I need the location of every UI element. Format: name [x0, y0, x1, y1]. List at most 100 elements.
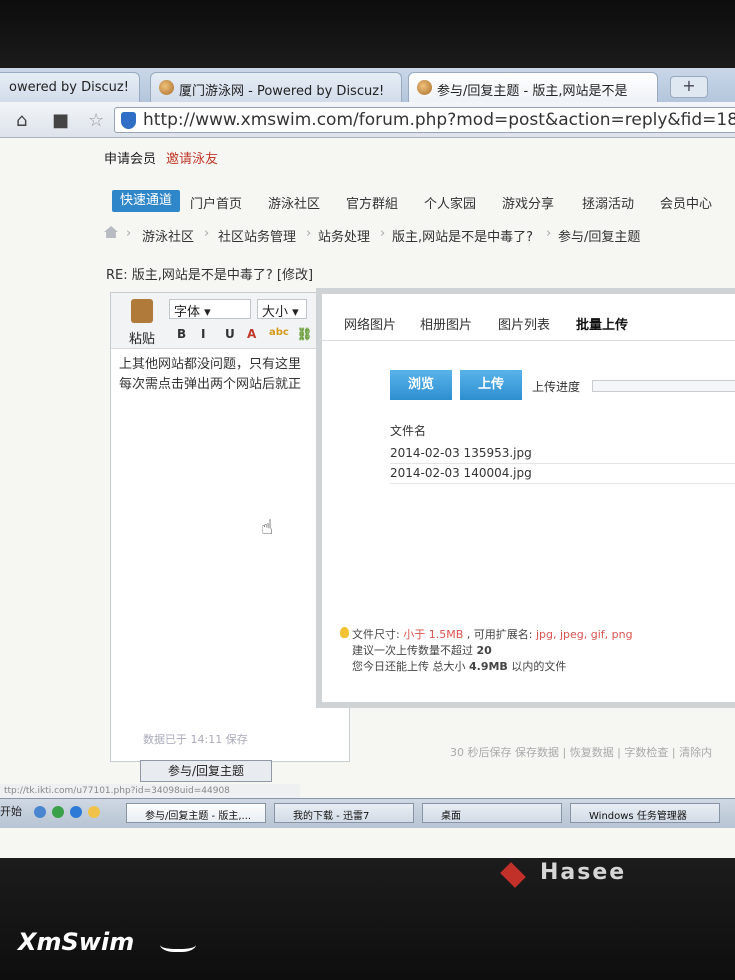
address-bar[interactable]: http://www.xmswim.com/forum.php?mod=post…	[114, 107, 735, 133]
taskbar-item-task-manager[interactable]: Windows 任务管理器	[570, 803, 720, 823]
forum-page: 申请会员 邀请泳友 快速通道 门户首页 游泳社区 官方群組 个人家园 游戏分享 …	[0, 138, 735, 858]
tab-web-image[interactable]: 网络图片	[344, 314, 396, 333]
tab-batch-upload[interactable]: 批量上传	[576, 314, 628, 333]
editor-content[interactable]: 上其他网站都没问题，只有这里 每次需点击弹出两个网站后就正	[119, 355, 349, 395]
browser-tab-label: 厦门游泳网 - Powered by Discuz!	[179, 84, 385, 99]
bold-button[interactable]: B	[177, 327, 186, 341]
info-today-value: 4.9MB	[469, 660, 508, 673]
monitor-bezel: Hasee XmSwim	[0, 858, 735, 980]
editor-text-line: 上其他网站都没问题，只有这里	[119, 357, 302, 372]
monitor-screen: owered by Discuz! 厦门游泳网 - Powered by Dis…	[0, 68, 735, 858]
upload-progress-bar	[592, 380, 735, 392]
taskbar-item-browser[interactable]: 参与/回复主题 - 版主,...	[126, 803, 266, 823]
taskbar-item-downloads[interactable]: 我的下载 - 迅雷7	[274, 803, 414, 823]
font-color-button[interactable]: A	[247, 327, 256, 341]
paste-icon[interactable]	[131, 299, 153, 323]
underline-button[interactable]: U	[225, 327, 235, 341]
ie-quicklaunch-icon[interactable]	[34, 806, 46, 818]
bookmark-icon[interactable]: ■	[52, 110, 69, 131]
tab-album-image[interactable]: 相册图片	[420, 314, 472, 333]
main-nav: 快速通道 门户首页 游泳社区 官方群組 个人家园 游戏分享 拯溺活动 会员中心	[0, 188, 735, 216]
browser-tab-label: owered by Discuz!	[9, 80, 129, 95]
home-icon[interactable]: ⌂	[16, 110, 27, 131]
nav-item-groups[interactable]: 官方群組	[346, 193, 398, 212]
nav-item-rescue[interactable]: 拯溺活动	[582, 193, 634, 212]
file-name: 2014-02-03 140004.jpg	[390, 466, 532, 480]
breadcrumb-separator-icon: ›	[546, 226, 552, 241]
taskbar-item-label: Windows 任务管理器	[589, 811, 687, 822]
breadcrumb-item[interactable]: 站务处理	[318, 226, 370, 245]
quicklaunch-icon[interactable]	[70, 806, 82, 818]
reply-subject: RE: 版主,网站是不是中毒了? [修改]	[106, 268, 314, 283]
breadcrumb-item[interactable]: 版主,网站是不是中毒了?	[392, 226, 533, 245]
taskbar-item-desktop[interactable]: 桌面	[422, 803, 562, 823]
submit-reply-button[interactable]: 参与/回复主题	[140, 760, 272, 782]
upload-count-info: 建议一次上传数量不超过 20	[352, 642, 492, 658]
start-button[interactable]: 开始	[0, 803, 22, 819]
image-upload-dialog: 网络图片 相册图片 图片列表 批量上传 浏览 上传 上传进度 文件名 2014-…	[316, 288, 735, 708]
windows-taskbar: 开始 参与/回复主题 - 版主,... 我的下载 - 迅雷7 桌面 Window…	[0, 798, 735, 828]
info-ext-value: jpg, jpeg, gif, png	[535, 628, 633, 641]
breadcrumb-separator-icon: ›	[126, 226, 132, 241]
browser-tab-2[interactable]: 厦门游泳网 - Powered by Discuz!	[150, 72, 402, 102]
url-text: http://www.xmswim.com/forum.php?mod=post…	[143, 110, 735, 130]
browser-tab-1[interactable]: owered by Discuz!	[0, 72, 140, 102]
file-size-info: 文件尺寸: 小于 1.5MB , 可用扩展名: jpg, jpeg, gif, …	[352, 626, 633, 642]
nav-item-member-center[interactable]: 会员中心	[660, 193, 712, 212]
info-count-value: 20	[476, 644, 492, 657]
new-tab-button[interactable]: +	[670, 76, 708, 98]
nav-item-home[interactable]: 个人家园	[424, 193, 476, 212]
tab-image-list[interactable]: 图片列表	[498, 314, 550, 333]
italic-button[interactable]: I	[201, 327, 205, 341]
file-row: 2014-02-03 135953.jpg	[390, 444, 735, 464]
nav-item-portal[interactable]: 门户首页	[190, 193, 242, 212]
nav-item-community[interactable]: 游泳社区	[268, 193, 320, 212]
font-family-select[interactable]: 字体 ▾	[169, 299, 251, 320]
apply-membership-link[interactable]: 申请会员	[104, 148, 156, 167]
font-family-value: 字体	[174, 305, 201, 320]
info-ext-prefix: , 可用扩展名:	[466, 628, 533, 641]
editor-text-line: 每次需点击弹出两个网站后就正	[119, 377, 302, 392]
star-icon[interactable]: ☆	[88, 110, 104, 131]
favicon-icon	[417, 80, 432, 95]
breadcrumb-separator-icon: ›	[380, 226, 386, 241]
info-size-value: 小于 1.5MB	[403, 628, 464, 641]
breadcrumb-item[interactable]: 社区站务管理	[218, 226, 296, 245]
breadcrumb-item-current: 参与/回复主题	[558, 230, 641, 245]
browser-toolbar: ⌂ ■ ☆ http://www.xmswim.com/forum.php?mo…	[0, 102, 735, 138]
spellcheck-icon[interactable]: abc	[269, 327, 289, 338]
xmswim-watermark: XmSwim	[18, 928, 135, 956]
quick-nav-button[interactable]: 快速通道	[112, 190, 181, 212]
info-size-prefix: 文件尺寸:	[352, 628, 400, 641]
link-icon[interactable]: ⛓	[297, 327, 312, 341]
info-today-prefix: 您今日还能上传 总大小	[352, 660, 466, 673]
remaining-quota-info: 您今日还能上传 总大小 4.9MB 以内的文件	[352, 658, 566, 674]
file-name: 2014-02-03 135953.jpg	[390, 446, 532, 460]
editor-footer-links[interactable]: 30 秒后保存 保存数据 | 恢复数据 | 字数检查 | 清除内	[450, 744, 712, 760]
editor-toolbar: 粘贴 字体 ▾ 大小 ▾ B I U A abc ⛓	[111, 293, 349, 349]
taskbar-item-label: 我的下载 - 迅雷7	[293, 811, 370, 822]
invite-friends-link[interactable]: 邀请泳友	[166, 148, 218, 167]
taskbar-item-label: 参与/回复主题 - 版主,...	[145, 811, 252, 822]
breadcrumb-separator-icon: ›	[306, 226, 312, 241]
lightbulb-icon	[340, 627, 349, 638]
favicon-icon	[159, 80, 174, 95]
font-size-select[interactable]: 大小 ▾	[257, 299, 307, 320]
nav-item-games[interactable]: 游戏分享	[502, 193, 554, 212]
browse-button[interactable]: 浏览	[390, 370, 452, 400]
breadcrumb-item[interactable]: 游泳社区	[142, 226, 194, 245]
upload-button[interactable]: 上传	[460, 370, 522, 400]
breadcrumb-separator-icon: ›	[204, 226, 210, 241]
upload-progress-label: 上传进度	[532, 380, 581, 394]
post-editor: 粘贴 字体 ▾ 大小 ▾ B I U A abc ⛓ 上其他网站都没问题，只有这…	[110, 292, 350, 762]
breadcrumb-home-icon[interactable]	[104, 226, 118, 238]
info-count-prefix: 建议一次上传数量不超过	[352, 644, 473, 657]
qq-quicklaunch-icon[interactable]	[88, 806, 100, 818]
draft-saved-status: 数据已于 14:11 保存	[143, 733, 248, 746]
font-size-value: 大小	[262, 305, 289, 320]
tab-divider	[322, 340, 735, 341]
taskbar-item-label: 桌面	[441, 811, 461, 822]
browser-quicklaunch-icon[interactable]	[52, 806, 64, 818]
browser-tab-3-active[interactable]: 参与/回复主题 - 版主,网站是不是	[408, 72, 658, 102]
file-row: 2014-02-03 140004.jpg	[390, 464, 735, 484]
